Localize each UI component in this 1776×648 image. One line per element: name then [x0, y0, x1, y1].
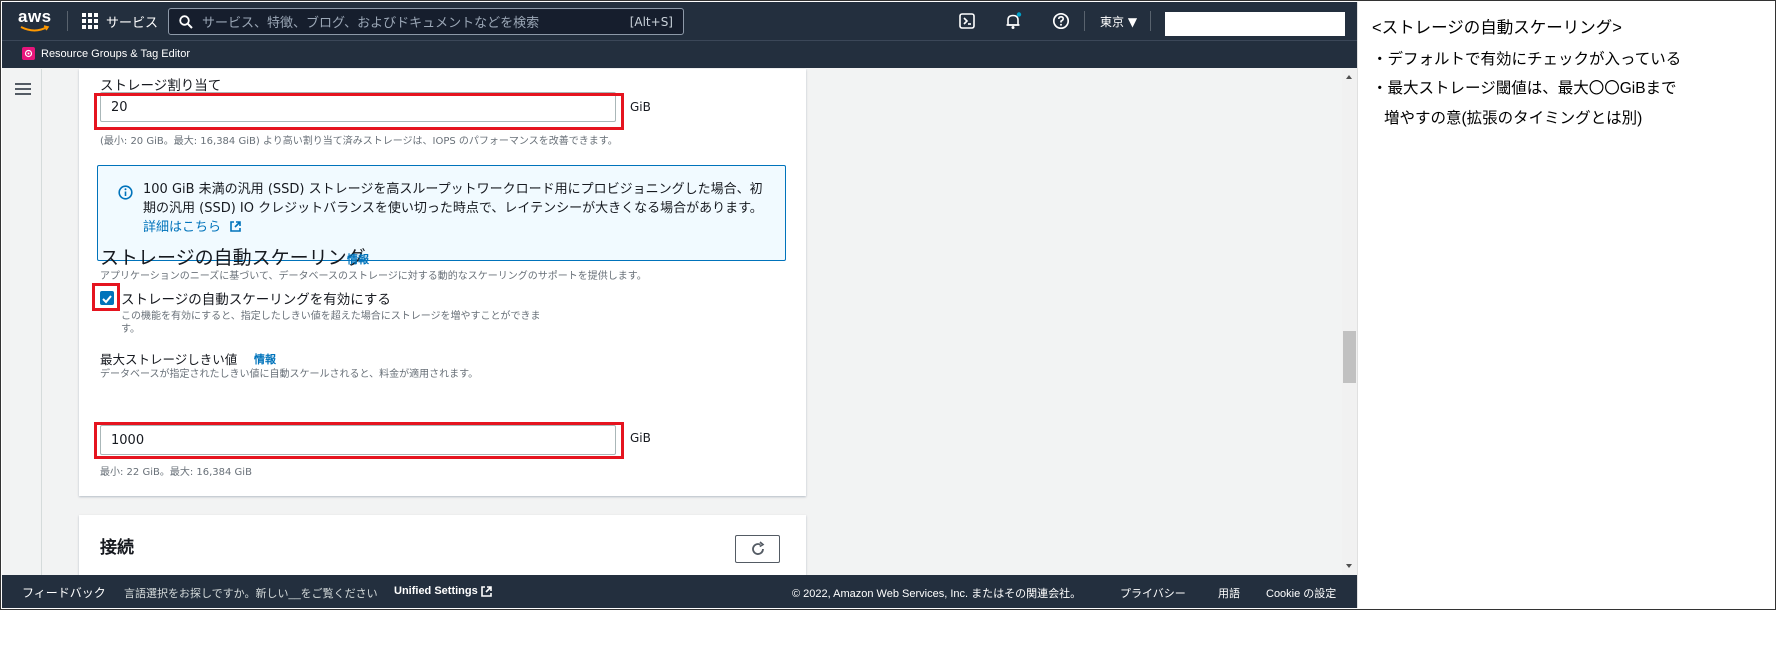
search-icon — [179, 14, 193, 29]
services-menu-button[interactable]: サービス — [82, 10, 158, 32]
scroll-down-arrow-icon[interactable] — [1346, 564, 1352, 568]
terms-link[interactable]: 用語 — [1218, 585, 1240, 601]
services-label: サービス — [106, 15, 159, 31]
max-threshold-desc: データベースが指定されたしきい値に自動スケールされると、料金が適用されます。 — [100, 369, 479, 380]
cookie-settings-link[interactable]: Cookie の設定 — [1266, 585, 1336, 601]
info-alert-message: 100 GiB 未満の汎用 (SSD) ストレージを高スループットワークロード用… — [143, 182, 763, 216]
divider — [1084, 11, 1085, 31]
highlight-box — [94, 93, 624, 130]
region-selector[interactable]: 東京 ▼ — [1100, 13, 1137, 30]
storage-allocation-unit: GiB — [630, 100, 651, 114]
screenshot-stage: aws サービス サービス、特徴、ブログ、およびドキュメントなどを検索 [Alt… — [0, 0, 1776, 648]
max-threshold-hint: 最小: 22 GiB。最大: 16,384 GiB — [100, 467, 252, 478]
search-shortcut: [Alt+S] — [629, 14, 673, 29]
connection-heading: 接続 — [100, 538, 134, 558]
help-icon[interactable] — [1052, 12, 1070, 30]
scrollbar-thumb[interactable] — [1343, 331, 1356, 383]
divider — [1150, 11, 1151, 31]
notification-bell-icon[interactable] — [1004, 12, 1022, 30]
console-footer: フィードバック 言語選択をお探しですか。新しい__をご覧ください Unified… — [2, 575, 1357, 608]
favorites-bar: Resource Groups & Tag Editor — [2, 40, 1357, 68]
copyright-text: © 2022, Amazon Web Services, Inc. またはその関… — [792, 588, 1082, 600]
resource-groups-icon — [22, 47, 35, 60]
note-line-2: ・最大ストレージ閾値は、最大〇〇GiBまで — [1372, 80, 1677, 97]
aws-smile-icon — [20, 25, 50, 32]
account-menu-button[interactable] — [1165, 12, 1345, 36]
feedback-link[interactable]: フィードバック — [22, 584, 106, 601]
aws-logo[interactable]: aws — [18, 8, 54, 34]
hamburger-menu-icon[interactable] — [15, 83, 31, 96]
refresh-icon — [752, 541, 765, 555]
refresh-button[interactable] — [735, 535, 780, 563]
note-line-1: ・デフォルトで有効にチェックが入っている — [1372, 51, 1682, 68]
resource-groups-shortcut[interactable]: Resource Groups & Tag Editor — [22, 47, 190, 60]
annotation-note: <ストレージの自動スケーリング> ・デフォルトで有効にチェックが入っている ・最… — [1357, 2, 1776, 608]
cloudshell-icon[interactable] — [958, 12, 976, 30]
autoscaling-desc: アプリケーションのニーズに基づいて、データベースのストレージに対する動的なスケー… — [100, 271, 647, 282]
learn-more-link[interactable]: 詳細はこちら — [143, 220, 221, 235]
unified-settings-link[interactable]: Unified Settings — [394, 585, 478, 597]
search-input[interactable]: サービス、特徴、ブログ、およびドキュメントなどを検索 [Alt+S] — [168, 8, 684, 35]
info-alert-text: 100 GiB 未満の汎用 (SSD) ストレージを高スループットワークロード用… — [143, 180, 773, 237]
page-scrollbar[interactable] — [1342, 69, 1357, 575]
top-navigation-bar: aws サービス サービス、特徴、ブログ、およびドキュメントなどを検索 [Alt… — [2, 2, 1357, 40]
divider — [67, 11, 68, 31]
scroll-up-arrow-icon[interactable] — [1346, 75, 1352, 79]
grid-icon — [82, 13, 98, 29]
external-link-icon[interactable] — [480, 585, 493, 598]
storage-allocation-label: ストレージ割り当て — [100, 78, 222, 94]
autoscaling-checkbox-desc: この機能を有効にすると、指定したしきい値を超えた場合にストレージを増やすことがで… — [121, 311, 541, 322]
privacy-link[interactable]: プライバシー — [1120, 585, 1186, 601]
note-title: <ストレージの自動スケーリング> — [1372, 19, 1622, 37]
highlight-box — [92, 283, 120, 311]
connection-card: 接続 — [79, 515, 806, 575]
highlight-box — [94, 422, 624, 459]
note-line-3: 増やすの意(拡張のタイミングとは別) — [1384, 110, 1643, 127]
search-placeholder: サービス、特徴、ブログ、およびドキュメントなどを検索 — [202, 16, 540, 31]
autoscaling-heading: ストレージの自動スケーリング — [100, 247, 366, 269]
autoscaling-checkbox-label[interactable]: ストレージの自動スケーリングを有効にする — [121, 288, 391, 308]
max-threshold-unit: GiB — [630, 431, 651, 445]
external-link-icon[interactable] — [229, 220, 242, 233]
aws-console: aws サービス サービス、特徴、ブログ、およびドキュメントなどを検索 [Alt… — [2, 2, 1357, 608]
aws-logo-text: aws — [18, 7, 52, 26]
autoscaling-info-link[interactable]: 情報 — [347, 251, 369, 267]
autoscaling-checkbox-desc-cont: す。 — [121, 324, 140, 335]
language-notice: 言語選択をお探しですか。新しい__をご覧ください — [124, 588, 378, 600]
info-icon — [118, 185, 133, 200]
resource-groups-label: Resource Groups & Tag Editor — [41, 47, 190, 60]
storage-allocation-desc: (最小: 20 GiB。最大: 16,384 GiB) より高い割り当て済みスト… — [100, 136, 618, 147]
side-navigation-rail — [2, 69, 42, 575]
